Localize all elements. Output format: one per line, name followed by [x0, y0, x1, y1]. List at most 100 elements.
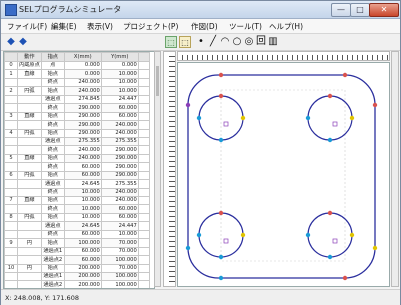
row-x-value[interactable]: 0.000 — [63, 60, 102, 71]
vertex-marker[interactable] — [372, 102, 378, 108]
row-y-value[interactable]: 60.000 — [100, 111, 139, 122]
vertex-marker[interactable] — [342, 72, 348, 78]
row-x-value[interactable]: 290.000 — [63, 128, 102, 138]
row-x-value[interactable]: 10.000 — [63, 195, 102, 206]
vertex-marker[interactable] — [196, 232, 202, 238]
row-x-value[interactable]: 100.000 — [63, 238, 102, 248]
hole-circle[interactable] — [307, 95, 353, 141]
vertex-marker[interactable] — [305, 115, 311, 121]
row-x-value[interactable]: 200.000 — [63, 280, 102, 288]
table-row[interactable]: 終点 10.000 60.000 — [4, 204, 150, 214]
row-y-value[interactable]: 240.000 — [100, 195, 139, 206]
row-y-value[interactable]: 100.000 — [100, 255, 139, 265]
row-x-value[interactable]: 274.845 — [63, 94, 102, 105]
col-header-action[interactable]: 動作 — [17, 52, 42, 62]
row-x-value[interactable]: 275.355 — [63, 136, 102, 147]
table-row[interactable]: 通過点1 200.000 100.000 — [4, 271, 150, 282]
row-x-value[interactable]: 200.000 — [63, 263, 102, 273]
col-header-no[interactable] — [4, 52, 18, 62]
row-y-value[interactable]: 0.000 — [100, 60, 139, 71]
row-x-value[interactable]: 0.000 — [63, 69, 102, 79]
menu-project[interactable]: プロジェクト(P) — [123, 21, 178, 32]
row-y-value[interactable]: 10.000 — [100, 77, 139, 88]
canvas-scrollbar[interactable] — [391, 51, 399, 287]
row-y-value[interactable]: 60.000 — [100, 103, 139, 113]
vertex-marker[interactable] — [327, 254, 333, 260]
select-icon[interactable]: ⬚ — [165, 36, 177, 48]
row-y-value[interactable]: 70.000 — [100, 246, 139, 257]
row-y-value[interactable]: 70.000 — [100, 238, 139, 248]
table-row[interactable]: 終点 60.000 10.000 — [4, 229, 150, 240]
row-x-value[interactable]: 60.000 — [63, 255, 102, 265]
close-button[interactable]: ✕ — [369, 3, 399, 17]
row-y-value[interactable]: 100.000 — [100, 280, 139, 288]
arrow-left-icon[interactable]: ◆ — [5, 36, 17, 48]
row-x-value[interactable]: 10.000 — [63, 204, 102, 214]
row-y-value[interactable]: 290.000 — [100, 145, 139, 155]
menu-draw[interactable]: 作図(D) — [191, 21, 218, 32]
row-x-value[interactable]: 240.000 — [63, 145, 102, 155]
row-y-value[interactable]: 240.000 — [100, 187, 139, 198]
maximize-button[interactable]: □ — [350, 3, 370, 17]
row-x-value[interactable]: 200.000 — [63, 271, 102, 282]
row-y-value[interactable]: 100.000 — [100, 271, 139, 282]
table-row[interactable]: 終点 10.000 240.000 — [4, 187, 150, 198]
vertex-marker[interactable] — [240, 232, 246, 238]
row-x-value[interactable]: 10.000 — [63, 187, 102, 198]
center-marker[interactable] — [332, 121, 338, 127]
vertex-marker[interactable] — [372, 245, 378, 251]
row-x-value[interactable]: 290.000 — [63, 120, 102, 130]
vertex-marker[interactable] — [327, 210, 333, 216]
outline-path[interactable] — [187, 74, 376, 279]
row-x-value[interactable]: 60.000 — [63, 246, 102, 257]
vertex-marker[interactable] — [218, 254, 224, 260]
menu-help[interactable]: ヘルプ(H) — [269, 21, 303, 32]
menu-tools[interactable]: ツール(T) — [229, 21, 262, 32]
vertex-marker[interactable] — [240, 115, 246, 121]
row-y-value[interactable]: 70.000 — [100, 263, 139, 273]
center-marker[interactable] — [332, 238, 338, 244]
hatch-icon[interactable]: ▥ — [267, 36, 279, 48]
table-row[interactable]: 通過点2 200.000 100.000 — [4, 280, 150, 288]
menu-edit[interactable]: 編集(E) — [51, 21, 77, 32]
hole-circle[interactable] — [307, 212, 353, 258]
table-row[interactable]: 終点 290.000 240.000 — [4, 120, 150, 130]
arc-icon[interactable]: ◠ — [219, 36, 231, 48]
table-row[interactable]: 通過点1 60.000 70.000 — [4, 246, 150, 257]
circle-icon[interactable]: ○ — [231, 36, 243, 48]
table-row[interactable]: 8 円弧 始点 10.000 60.000 — [4, 212, 150, 223]
table-row[interactable]: 終点 290.000 60.000 — [4, 103, 150, 113]
table-row[interactable]: 3 直線 始点 290.000 60.000 — [4, 111, 150, 122]
row-x-value[interactable]: 60.000 — [63, 162, 102, 172]
row-x-value[interactable]: 60.000 — [63, 229, 102, 240]
vertex-marker[interactable] — [218, 137, 224, 143]
vertex-marker[interactable] — [185, 245, 191, 251]
table-row[interactable]: 9 円始点 100.000 70.000 — [4, 238, 150, 248]
table-row[interactable]: 2 円弧 始点 240.000 10.000 — [4, 86, 150, 96]
point-icon[interactable]: • — [195, 36, 207, 48]
table-row[interactable]: 終点 240.000 10.000 — [4, 77, 150, 88]
row-x-value[interactable]: 240.000 — [63, 77, 102, 88]
double-circle-icon[interactable]: ◎ — [243, 36, 255, 48]
table-row[interactable]: 5 直線 始点 240.000 290.000 — [4, 153, 150, 164]
vertex-marker[interactable] — [185, 102, 191, 108]
row-x-value[interactable]: 24.645 — [63, 179, 102, 189]
row-x-value[interactable]: 290.000 — [63, 103, 102, 113]
row-y-value[interactable]: 290.000 — [100, 153, 139, 164]
vertex-marker[interactable] — [349, 115, 355, 121]
vertex-marker[interactable] — [218, 72, 224, 78]
select-area-icon[interactable]: ⬚ — [179, 36, 191, 48]
table-row[interactable]: 10 円始点 200.000 70.000 — [4, 263, 150, 273]
col-header-y[interactable]: Y(mm) — [100, 52, 139, 62]
col-header-x[interactable]: X(mm) — [63, 52, 102, 62]
row-y-value[interactable]: 24.447 — [100, 94, 139, 105]
row-y-value[interactable]: 240.000 — [100, 120, 139, 130]
col-header-point[interactable]: 指点 — [40, 52, 65, 62]
vertex-marker[interactable] — [327, 93, 333, 99]
row-y-value[interactable]: 275.355 — [100, 136, 139, 147]
table-row[interactable]: 終点 60.000 290.000 — [4, 162, 150, 172]
table-row[interactable]: 通過点2 60.000 100.000 — [4, 255, 150, 265]
row-x-value[interactable]: 240.000 — [63, 153, 102, 164]
row-x-value[interactable]: 60.000 — [63, 170, 102, 181]
row-y-value[interactable]: 60.000 — [100, 212, 139, 223]
